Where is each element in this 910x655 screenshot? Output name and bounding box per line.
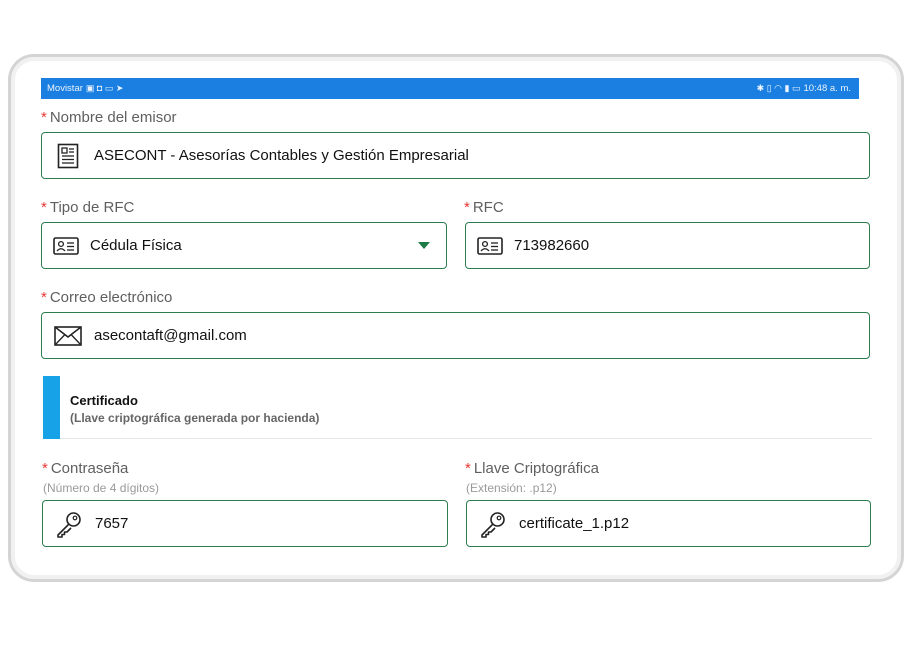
llave-hint: (Extensión: .p12) — [466, 481, 557, 495]
contrasena-label-text: Contraseña — [50, 460, 129, 477]
tipo-rfc-value: Cédula Física — [90, 237, 182, 254]
id-card-icon — [466, 236, 514, 255]
notification-icons: ▣ ◘ ▭ ➤ — [85, 83, 124, 93]
rfc-label: * RFC — [464, 199, 504, 216]
rfc-field[interactable]: 713982660 — [465, 222, 870, 269]
required-marker: * — [41, 289, 47, 306]
emisor-field[interactable]: ASECONT - Asesorías Contables y Gestión … — [41, 132, 870, 179]
contrasena-label: * Contraseña — [42, 460, 128, 477]
required-marker: * — [42, 460, 48, 477]
contrasena-value: 7657 — [95, 515, 129, 532]
tipo-rfc-label-text: Tipo de RFC — [49, 199, 135, 216]
system-icons: ✱ ▯ ◠ ▮ ▭ — [756, 83, 801, 93]
required-marker: * — [464, 199, 470, 216]
rfc-label-text: RFC — [472, 199, 504, 216]
section-divider — [60, 438, 872, 439]
id-card-icon — [42, 236, 90, 255]
contrasena-field[interactable]: 7657 — [42, 500, 448, 547]
status-bar: Movistar ▣ ◘ ▭ ➤ ✱ ▯ ◠ ▮ ▭ 10:48 a. m. — [41, 78, 859, 99]
emisor-value: ASECONT - Asesorías Contables y Gestión … — [94, 147, 469, 164]
key-icon — [467, 510, 519, 538]
carrier-name: Movistar — [47, 83, 83, 94]
section-title: Certificado — [70, 393, 138, 408]
llave-field[interactable]: certificate_1.p12 — [466, 500, 871, 547]
emisor-label: * Nombre del emisor — [41, 109, 177, 126]
status-time: 10:48 a. m. — [803, 83, 851, 94]
correo-label: * Correo electrónico — [41, 289, 172, 306]
tipo-rfc-label: * Tipo de RFC — [41, 199, 134, 216]
section-accent-bar — [43, 376, 60, 439]
required-marker: * — [41, 199, 47, 216]
section-subtitle: (Llave criptográfica generada por hacien… — [70, 411, 320, 425]
correo-value: asecontaft@gmail.com — [94, 327, 247, 344]
correo-field[interactable]: asecontaft@gmail.com — [41, 312, 870, 359]
document-icon — [42, 143, 94, 169]
tipo-rfc-select[interactable]: Cédula Física — [41, 222, 447, 269]
llave-label: * Llave Criptográfica — [465, 460, 599, 477]
required-marker: * — [465, 460, 471, 477]
chevron-down-icon[interactable] — [418, 242, 430, 249]
rfc-value: 713982660 — [514, 237, 590, 254]
envelope-icon — [42, 325, 94, 346]
required-marker: * — [41, 109, 47, 126]
key-icon — [43, 510, 95, 538]
llave-value: certificate_1.p12 — [519, 515, 630, 532]
emisor-label-text: Nombre del emisor — [49, 109, 177, 126]
correo-label-text: Correo electrónico — [49, 289, 173, 306]
contrasena-hint: (Número de 4 dígitos) — [43, 481, 160, 495]
llave-label-text: Llave Criptográfica — [473, 460, 599, 477]
